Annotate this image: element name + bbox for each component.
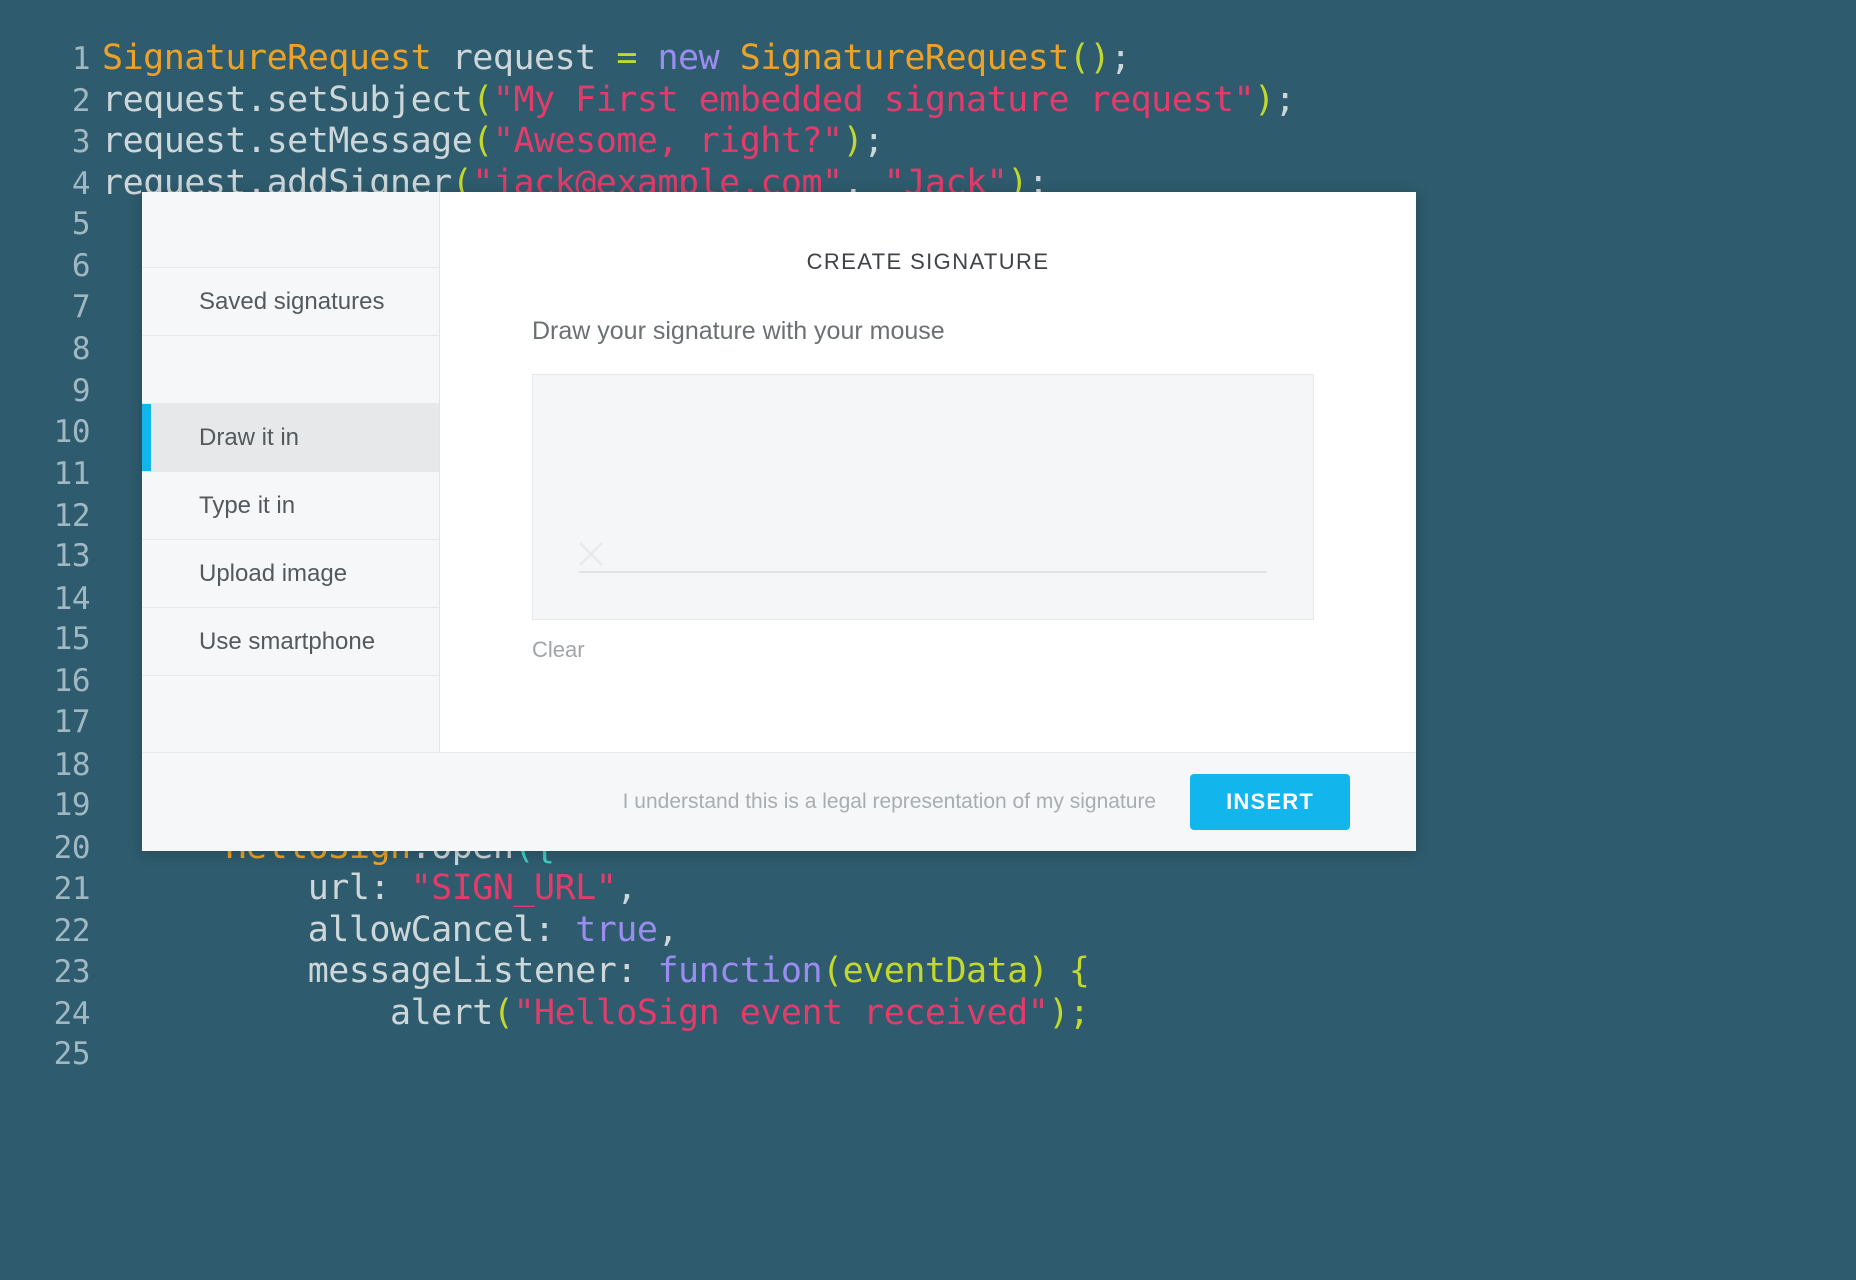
sidebar-item-label: Type it in <box>199 492 295 520</box>
sidebar-item-label: Upload image <box>199 560 347 588</box>
code-token: ; <box>1275 80 1296 120</box>
line-number: 8 <box>0 329 102 371</box>
line-number: 21 <box>0 869 102 911</box>
line-number: 11 <box>0 454 102 496</box>
line-number: 18 <box>0 745 102 787</box>
signature-draw-canvas[interactable] <box>532 374 1314 620</box>
code-token: ( <box>472 80 493 120</box>
code-token: SignatureRequest <box>740 38 1069 78</box>
line-number: 17 <box>0 702 102 744</box>
code-line: 21 url: "SIGN_URL", <box>0 868 1856 910</box>
line-number: 16 <box>0 661 102 703</box>
code-line-text: url: "SIGN_URL", <box>102 868 637 910</box>
code-token: allowCancel: <box>102 910 575 950</box>
code-line-text: allowCancel: true, <box>102 910 678 952</box>
code-line: 24 alert("HelloSign event received"); <box>0 993 1856 1035</box>
code-token: request.setSubject <box>102 80 472 120</box>
code-token: () <box>1069 38 1110 78</box>
line-number: 19 <box>0 785 102 827</box>
sidebar-item-use-smartphone[interactable]: Use smartphone <box>142 608 439 676</box>
modal-footer: I understand this is a legal representat… <box>142 752 1416 851</box>
line-number: 13 <box>0 536 102 578</box>
line-number: 23 <box>0 952 102 994</box>
sidebar-item-type-it-in[interactable]: Type it in <box>142 472 439 540</box>
code-token: messageListener: <box>102 951 657 991</box>
code-line-text: request.setMessage("Awesome, right?"); <box>102 121 884 163</box>
signature-method-sidebar: Saved signatures Draw it in Type it in U… <box>142 192 440 752</box>
code-token: ) <box>843 121 864 161</box>
code-token: function <box>657 951 822 991</box>
code-token: "HelloSign event received" <box>513 993 1048 1033</box>
code-line: 23 messageListener: function(eventData) … <box>0 951 1856 993</box>
sidebar-divider-row <box>142 336 439 404</box>
modal-body: Saved signatures Draw it in Type it in U… <box>142 192 1416 752</box>
line-number: 4 <box>0 164 102 206</box>
line-number: 6 <box>0 246 102 288</box>
code-token: ); <box>1048 993 1089 1033</box>
line-number: 15 <box>0 619 102 661</box>
code-token <box>719 38 740 78</box>
line-number: 12 <box>0 496 102 538</box>
line-number: 24 <box>0 994 102 1036</box>
code-token: , <box>616 868 637 908</box>
line-number: 2 <box>0 81 102 123</box>
sidebar-item-label: Draw it in <box>199 424 299 452</box>
code-line: 3request.setMessage("Awesome, right?"); <box>0 121 1856 163</box>
sidebar-item-label: Use smartphone <box>199 628 375 656</box>
sidebar-item-upload-image[interactable]: Upload image <box>142 540 439 608</box>
x-marker-icon <box>576 539 606 569</box>
code-token: SignatureRequest <box>102 38 431 78</box>
code-token: request <box>431 38 616 78</box>
line-number: 14 <box>0 579 102 621</box>
code-line: 1SignatureRequest request = new Signatur… <box>0 38 1856 80</box>
clear-button[interactable]: Clear <box>532 637 585 663</box>
sidebar-item-draw-it-in[interactable]: Draw it in <box>142 404 439 472</box>
sidebar-item-saved-signatures[interactable]: Saved signatures <box>142 268 439 336</box>
code-token: ; <box>1110 38 1131 78</box>
sidebar-top-spacer <box>142 192 439 268</box>
code-token: ; <box>863 121 884 161</box>
signature-pad-wrapper: Clear <box>532 374 1416 663</box>
code-token: "Awesome, right?" <box>493 121 843 161</box>
signature-main-panel: CREATE SIGNATURE Draw your signature wit… <box>440 192 1416 752</box>
code-token <box>637 38 658 78</box>
line-number: 20 <box>0 828 102 870</box>
line-number: 10 <box>0 412 102 454</box>
code-token: new <box>657 38 719 78</box>
insert-button[interactable]: INSERT <box>1190 774 1350 830</box>
line-number: 7 <box>0 287 102 329</box>
code-token: "My First embedded signature request" <box>493 80 1254 120</box>
code-line: 2request.setSubject("My First embedded s… <box>0 80 1856 122</box>
code-token: , <box>657 910 678 950</box>
sidebar-fill <box>142 676 439 752</box>
draw-prompt-label: Draw your signature with your mouse <box>532 317 1416 346</box>
code-line-text: request.setSubject("My First embedded si… <box>102 80 1295 122</box>
code-line: 22 allowCancel: true, <box>0 910 1856 952</box>
code-token: (eventData) { <box>822 951 1089 991</box>
line-number: 22 <box>0 911 102 953</box>
page-title: CREATE SIGNATURE <box>440 249 1416 275</box>
code-line-text: SignatureRequest request = new Signature… <box>102 38 1131 80</box>
line-number: 9 <box>0 371 102 413</box>
code-token: "SIGN_URL" <box>411 868 617 908</box>
sidebar-item-label: Saved signatures <box>199 288 384 316</box>
code-token: ) <box>1254 80 1275 120</box>
code-token: url: <box>102 868 411 908</box>
legal-disclaimer-text: I understand this is a legal representat… <box>623 790 1156 814</box>
code-token: alert <box>102 993 493 1033</box>
line-number: 1 <box>0 39 102 81</box>
code-token: request.setMessage <box>102 121 472 161</box>
create-signature-modal: Saved signatures Draw it in Type it in U… <box>142 192 1416 851</box>
line-number: 3 <box>0 122 102 164</box>
line-number: 25 <box>0 1034 102 1076</box>
line-number: 5 <box>0 204 102 246</box>
code-token: true <box>575 910 657 950</box>
code-line-text: alert("HelloSign event received"); <box>102 993 1089 1035</box>
code-line-text: messageListener: function(eventData) { <box>102 951 1089 993</box>
code-token: ( <box>472 121 493 161</box>
code-token: = <box>616 38 637 78</box>
signature-baseline <box>579 571 1267 573</box>
code-token: ( <box>493 993 514 1033</box>
code-line: 25 <box>0 1034 1856 1076</box>
